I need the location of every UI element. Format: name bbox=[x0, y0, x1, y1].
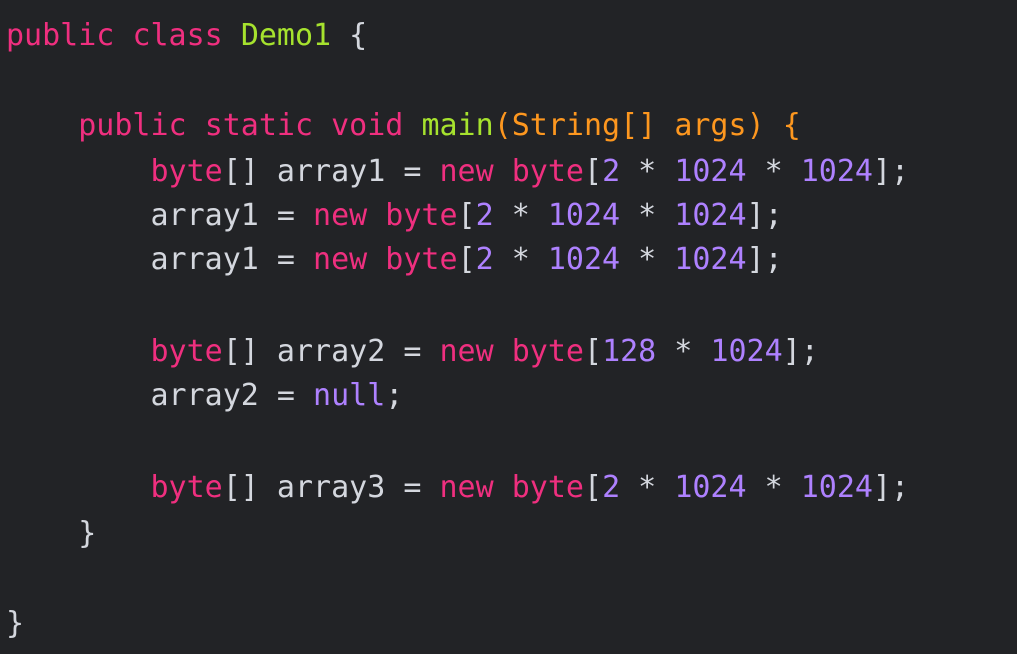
code-line-3: public static void main(String[] args) { bbox=[78, 108, 801, 143]
keyword-class: class bbox=[132, 18, 223, 53]
code-line-6: array1 = new byte[2 * 1024 * 1024]; bbox=[6, 242, 783, 277]
code-line-1: public class Demo1 { bbox=[6, 18, 368, 53]
code-line-4: byte[] array1 = new byte[2 * 1024 * 1024… bbox=[150, 154, 910, 189]
code-editor: public class Demo1 { public static void … bbox=[0, 0, 1017, 654]
keyword-public: public bbox=[6, 18, 115, 53]
code-line-11: byte[] array3 = new byte[2 * 1024 * 1024… bbox=[150, 470, 910, 505]
code-line-8: byte[] array2 = new byte[128 * 1024]; bbox=[150, 334, 819, 369]
code-line-12: } bbox=[6, 516, 97, 551]
code-line-5: array1 = new byte[2 * 1024 * 1024]; bbox=[6, 198, 783, 233]
code-line-9: array2 = null; bbox=[6, 378, 404, 413]
class-name: Demo1 bbox=[240, 18, 332, 53]
code-line-14: } bbox=[6, 606, 25, 641]
